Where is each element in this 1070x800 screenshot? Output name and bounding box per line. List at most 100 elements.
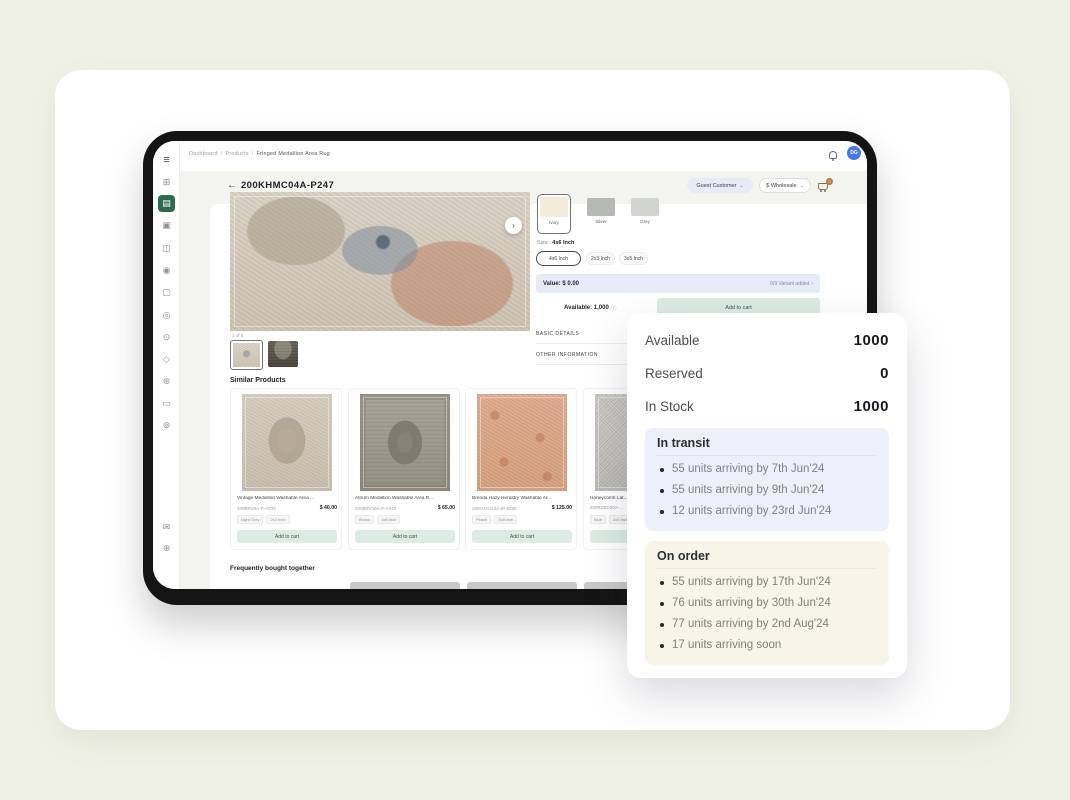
product-card-sku: 200RZBD30A-... xyxy=(590,505,623,510)
product-card-price: $ 125.00 xyxy=(552,505,572,511)
info-icon[interactable]: ⓘ xyxy=(611,304,617,312)
product-card-image xyxy=(477,394,567,491)
page: ≡ ⊞ ▤ ▣ ◫ ◉ ▢ ◎ ⊙ ◇ ⊛ ▭ ⊚ ✉ ⊕ Dashboard/… xyxy=(0,0,1070,800)
product-main-image[interactable] xyxy=(230,192,530,331)
inventory-popup: Available 1000 Reserved 0 In Stock 1000 … xyxy=(627,313,907,678)
size-value: 4x6 Inch xyxy=(552,240,574,246)
breadcrumb: Dashboard/Products/Fringed Medallion Are… xyxy=(189,151,330,157)
variant-added-label: 0/9 Variant added xyxy=(770,281,809,287)
thumbnail-2[interactable] xyxy=(268,341,298,367)
cart-button[interactable]: 0 xyxy=(816,178,832,194)
customers-icon[interactable]: ◫ xyxy=(158,240,175,257)
product-card-sku: 200BRV16A-P-A242 xyxy=(355,506,396,511)
product-tag: Brown xyxy=(355,515,374,524)
breadcrumb-separator: / xyxy=(221,151,223,157)
cart-badge: 0 xyxy=(826,178,833,185)
orders-icon[interactable]: ▣ xyxy=(158,217,175,234)
add-to-cart-button[interactable]: Add to cart xyxy=(472,530,572,543)
pricelist-dropdown-label: $ Wholesale xyxy=(766,183,796,189)
value-bar: Value: $ 0.00 0/9 Variant added › xyxy=(536,274,820,293)
notifications-bell-icon[interactable] xyxy=(829,151,837,159)
in-transit-item: 55 units arriving by 7th Jun'24 xyxy=(657,459,877,480)
storefront-preview-icon[interactable]: ◎ xyxy=(158,307,175,324)
partial-card xyxy=(350,582,460,589)
product-card-sku: 200BRV8A-P-A236 xyxy=(237,506,276,511)
inventory-label: Available xyxy=(645,333,700,348)
settings-icon[interactable]: ⊕ xyxy=(158,540,175,557)
product-card[interactable]: Vintage Medallion Washable Area ... 200B… xyxy=(230,388,342,550)
swatch-color xyxy=(631,198,659,216)
inventory-row-reserved: Reserved 0 xyxy=(645,357,889,390)
back-arrow-icon[interactable]: ← xyxy=(227,180,237,191)
variant-added-link[interactable]: 0/9 Variant added › xyxy=(770,281,813,287)
product-tag: Peach xyxy=(472,515,491,524)
on-order-item: 17 units arriving soon xyxy=(657,635,877,656)
thumbnail-image xyxy=(233,343,260,367)
product-card-name: Atrium Medallion Washable Area R... xyxy=(355,496,455,501)
color-swatch-grey[interactable]: Grey xyxy=(631,198,659,224)
on-order-section: On order 55 units arriving by 17th Jun'2… xyxy=(645,541,889,665)
rug-image xyxy=(230,192,530,331)
swatch-label: Silver xyxy=(587,219,615,224)
catalog-icon[interactable]: ▤ xyxy=(158,195,175,212)
image-counter: 1 of 5 xyxy=(232,333,243,338)
swatch-color xyxy=(587,198,615,216)
value-text: Value: $ 0.00 xyxy=(543,281,579,287)
swatch-label: Ivory xyxy=(540,220,568,225)
breadcrumb-products[interactable]: Products xyxy=(225,151,248,157)
next-image-button[interactable]: › xyxy=(505,217,522,234)
similar-products-heading: Similar Products xyxy=(230,377,286,384)
menu-icon[interactable]: ≡ xyxy=(158,151,175,168)
documents-icon[interactable]: ▢ xyxy=(158,284,175,301)
add-to-cart-button[interactable]: Add to cart xyxy=(237,530,337,543)
integrations-icon[interactable]: ⊚ xyxy=(158,417,175,434)
inventory-label: Reserved xyxy=(645,366,703,381)
pricelist-dropdown[interactable]: $ Wholesale ⌄ xyxy=(759,178,811,193)
automation-icon[interactable]: ⊛ xyxy=(158,373,175,390)
color-swatch-ivory[interactable]: Ivory xyxy=(537,194,571,234)
thumbnail-1-selected[interactable] xyxy=(230,340,263,370)
breadcrumb-dashboard[interactable]: Dashboard xyxy=(189,151,218,157)
topbar: Dashboard/Products/Fringed Medallion Are… xyxy=(180,141,867,171)
product-tag: Blue xyxy=(590,515,606,524)
available-quantity: Available: 1,000 ⓘ xyxy=(564,304,616,312)
chevron-down-icon: ⌄ xyxy=(739,183,743,189)
product-card-image xyxy=(360,394,450,491)
product-card-price: $ 65.00 xyxy=(438,505,455,511)
size-option-3x5[interactable]: 3x5 Inch xyxy=(619,252,648,265)
sidebar: ≡ ⊞ ▤ ▣ ◫ ◉ ▢ ◎ ⊙ ◇ ⊛ ▭ ⊚ ✉ ⊕ xyxy=(153,141,180,589)
product-card[interactable]: Atrium Medallion Washable Area R... 200B… xyxy=(348,388,460,550)
avatar[interactable]: DG xyxy=(847,146,861,160)
color-swatch-silver[interactable]: Silver xyxy=(587,198,615,224)
chevron-right-icon: › xyxy=(811,281,813,287)
dashboard-icon[interactable]: ⊞ xyxy=(158,174,175,191)
on-order-item: 77 units arriving by 2nd Aug'24 xyxy=(657,614,877,635)
size-option-2x3[interactable]: 2x3 Inch xyxy=(586,252,615,265)
inventory-row-instock: In Stock 1000 xyxy=(645,390,889,423)
inventory-value: 1000 xyxy=(854,332,889,349)
tags-icon[interactable]: ◇ xyxy=(158,351,175,368)
inventory-row-available: Available 1000 xyxy=(645,324,889,357)
customer-dropdown[interactable]: Guest Customer ⌄ xyxy=(687,178,753,193)
mail-icon[interactable]: ✉ xyxy=(158,519,175,536)
team-icon[interactable]: ⊙ xyxy=(158,329,175,346)
product-tag: 5x8 Inch xyxy=(494,515,517,524)
size-option-4x6[interactable]: 4x6 Inch xyxy=(536,251,581,266)
product-card-image xyxy=(242,394,332,491)
inventory-value: 0 xyxy=(880,365,889,382)
on-order-item: 55 units arriving by 17th Jun'24 xyxy=(657,572,877,593)
product-tag: 3x5 Inch xyxy=(377,515,400,524)
inventory-value: 1000 xyxy=(854,398,889,415)
page-title: 200KHMC04A-P247 xyxy=(241,180,334,191)
files-icon[interactable]: ▭ xyxy=(158,395,175,412)
product-tag: Light Grey xyxy=(237,515,263,524)
product-card-name: Brenda Hazy Heraldry Washable Ar... xyxy=(472,496,572,501)
customer-dropdown-label: Guest Customer xyxy=(696,183,736,189)
add-to-cart-button[interactable]: Add to cart xyxy=(355,530,455,543)
product-card[interactable]: Brenda Hazy Heraldry Washable Ar... 200H… xyxy=(465,388,577,550)
partial-card xyxy=(467,582,577,589)
in-transit-title: In transit xyxy=(657,436,877,456)
chevron-right-icon: › xyxy=(512,221,515,230)
inventory-label: In Stock xyxy=(645,399,694,414)
profile-icon[interactable]: ◉ xyxy=(158,262,175,279)
